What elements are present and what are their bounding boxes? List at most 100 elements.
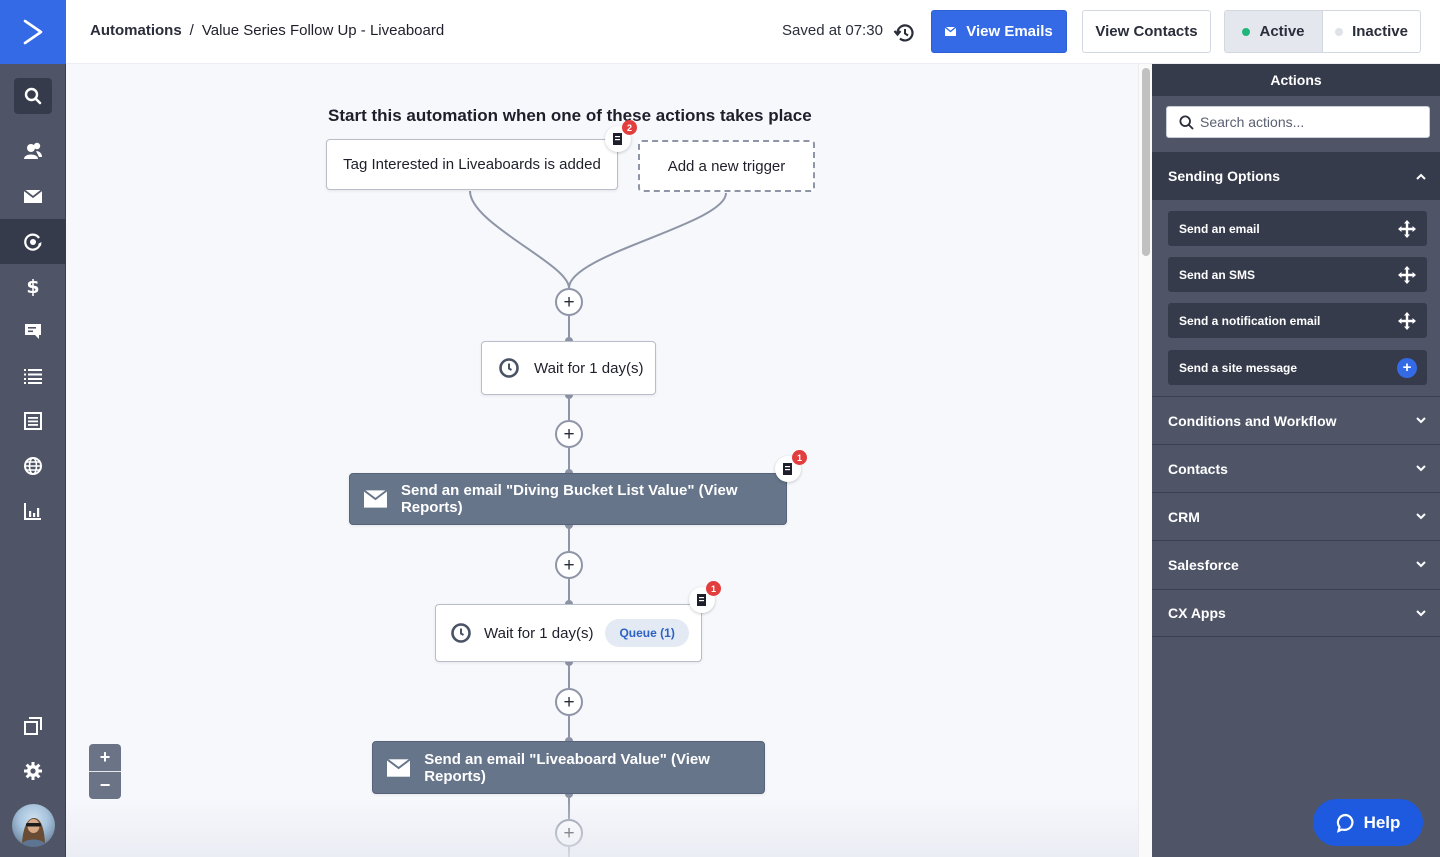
wait-notes-badge[interactable]: 1 — [689, 581, 721, 613]
nav-campaigns[interactable] — [0, 173, 66, 218]
add-step-button[interactable]: + — [555, 551, 583, 579]
status-toggle: Active Inactive — [1224, 10, 1421, 53]
user-avatar[interactable] — [12, 804, 55, 847]
nav-automations[interactable] — [0, 219, 66, 264]
top-header: Automations / Value Series Follow Up - L… — [66, 0, 1440, 64]
trigger-node-tag-added[interactable]: Tag Interested in Liveaboards is added — [326, 139, 618, 190]
nav-lists[interactable] — [0, 353, 66, 398]
wait-step-node[interactable]: Wait for 1 day(s) — [481, 341, 656, 395]
status-inactive-option[interactable]: Inactive — [1323, 11, 1420, 52]
nav-conversations[interactable] — [0, 308, 66, 353]
envelope-icon — [364, 490, 387, 508]
trigger-badge-count: 2 — [622, 120, 637, 135]
action-send-notification-email[interactable]: Send a notification email — [1168, 303, 1427, 338]
actions-panel: Actions Sending Options Send an email Se… — [1152, 64, 1440, 857]
canvas-bottom-fade — [66, 797, 1138, 857]
chat-bubble-icon — [1336, 813, 1354, 833]
add-icon[interactable]: + — [1397, 357, 1417, 378]
section-cx-apps[interactable]: CX Apps — [1152, 589, 1440, 637]
section-label: Contacts — [1168, 460, 1228, 477]
wait-step-node-queued[interactable]: Wait for 1 day(s) Queue (1) — [435, 604, 702, 662]
nav-forms[interactable] — [0, 398, 66, 443]
breadcrumb-separator: / — [189, 22, 194, 39]
envelope-icon — [387, 758, 411, 777]
view-emails-button[interactable]: View Emails — [931, 10, 1067, 53]
email-notes-badge[interactable]: 1 — [775, 450, 807, 482]
view-contacts-button[interactable]: View Contacts — [1082, 10, 1211, 53]
add-step-button[interactable]: + — [555, 420, 583, 448]
wait-badge-count: 1 — [706, 581, 721, 596]
trigger-notes-badge[interactable]: 2 — [605, 120, 637, 152]
action-label: Send a site message — [1179, 360, 1298, 375]
section-label: CRM — [1168, 508, 1200, 525]
help-button[interactable]: Help — [1313, 799, 1423, 846]
section-crm[interactable]: CRM — [1152, 492, 1440, 540]
connector-trigger-1 — [469, 190, 570, 289]
notes-icon — [696, 594, 706, 606]
action-send-site-message[interactable]: Send a site message + — [1168, 350, 1427, 385]
section-label: CX Apps — [1168, 605, 1226, 621]
notes-icon — [612, 133, 622, 145]
nav-reports[interactable] — [0, 488, 66, 533]
add-step-button[interactable]: + — [555, 288, 583, 316]
saved-status: Saved at 07:30 — [782, 22, 883, 39]
start-trigger-heading: Start this automation when one of these … — [328, 106, 812, 125]
nav-settings[interactable] — [0, 748, 66, 793]
status-active-option[interactable]: Active — [1225, 11, 1323, 52]
clock-icon — [451, 623, 471, 643]
svg-text:$: $ — [26, 276, 39, 296]
section-contacts[interactable]: Contacts — [1152, 444, 1440, 492]
action-label: Send an email — [1179, 221, 1260, 236]
website-globe-icon — [24, 456, 42, 475]
move-icon — [1398, 265, 1416, 284]
app-logo[interactable] — [0, 0, 66, 64]
nav-deals[interactable]: $ — [0, 263, 66, 308]
nav-apps[interactable] — [0, 703, 66, 748]
chevron-down-icon — [1416, 417, 1426, 424]
action-label: Send a notification email — [1179, 313, 1321, 328]
email-badge-count: 1 — [792, 450, 807, 465]
chevron-down-icon — [1416, 561, 1426, 568]
nav-contacts[interactable] — [0, 128, 66, 173]
section-label: Salesforce — [1168, 556, 1239, 573]
nav-website[interactable] — [0, 443, 66, 488]
add-step-button[interactable]: + — [555, 688, 583, 716]
history-button[interactable] — [893, 22, 915, 44]
zoom-in-button[interactable]: + — [89, 744, 121, 771]
email-icon — [23, 188, 43, 203]
email-step-label[interactable]: Send an email "Liveaboard Value" (View R… — [424, 751, 764, 785]
logo-chevron-icon — [23, 19, 43, 45]
canvas-scrollbar[interactable] — [1138, 64, 1152, 857]
connector-trigger-2 — [568, 192, 727, 289]
notes-icon — [782, 463, 792, 475]
automation-canvas[interactable]: Start this automation when one of these … — [66, 64, 1138, 857]
add-new-trigger-button[interactable]: Add a new trigger — [638, 140, 815, 192]
queue-button[interactable]: Queue (1) — [605, 619, 689, 647]
email-step-label[interactable]: Send an email "Diving Bucket List Value"… — [401, 482, 786, 516]
left-navigation: $ — [0, 0, 66, 857]
history-icon — [893, 24, 914, 42]
search-actions-input[interactable] — [1200, 114, 1420, 130]
automations-icon — [24, 233, 42, 251]
lists-icon — [24, 368, 42, 384]
send-email-step-node[interactable]: Send an email "Diving Bucket List Value"… — [349, 473, 787, 525]
nav-search-button[interactable] — [14, 78, 52, 114]
active-dot-icon — [1242, 27, 1251, 36]
action-send-sms[interactable]: Send an SMS — [1168, 257, 1427, 292]
chevron-down-icon — [1416, 513, 1426, 520]
contacts-icon — [24, 142, 42, 159]
search-icon — [24, 87, 42, 105]
scrollbar-thumb[interactable] — [1142, 68, 1150, 256]
inactive-label: Inactive — [1352, 23, 1408, 40]
breadcrumb-automations-link[interactable]: Automations — [90, 22, 182, 39]
section-salesforce[interactable]: Salesforce — [1152, 540, 1440, 588]
add-trigger-label: Add a new trigger — [667, 157, 786, 175]
send-email-step-node[interactable]: Send an email "Liveaboard Value" (View R… — [372, 741, 765, 794]
search-actions-field[interactable] — [1166, 106, 1430, 138]
section-sending-options[interactable]: Sending Options — [1152, 152, 1440, 200]
view-emails-label: View Emails — [966, 23, 1053, 40]
chevron-up-icon — [1416, 173, 1426, 180]
action-send-email[interactable]: Send an email — [1168, 211, 1427, 246]
section-conditions-workflow[interactable]: Conditions and Workflow — [1152, 396, 1440, 444]
zoom-out-button[interactable]: − — [89, 771, 121, 798]
